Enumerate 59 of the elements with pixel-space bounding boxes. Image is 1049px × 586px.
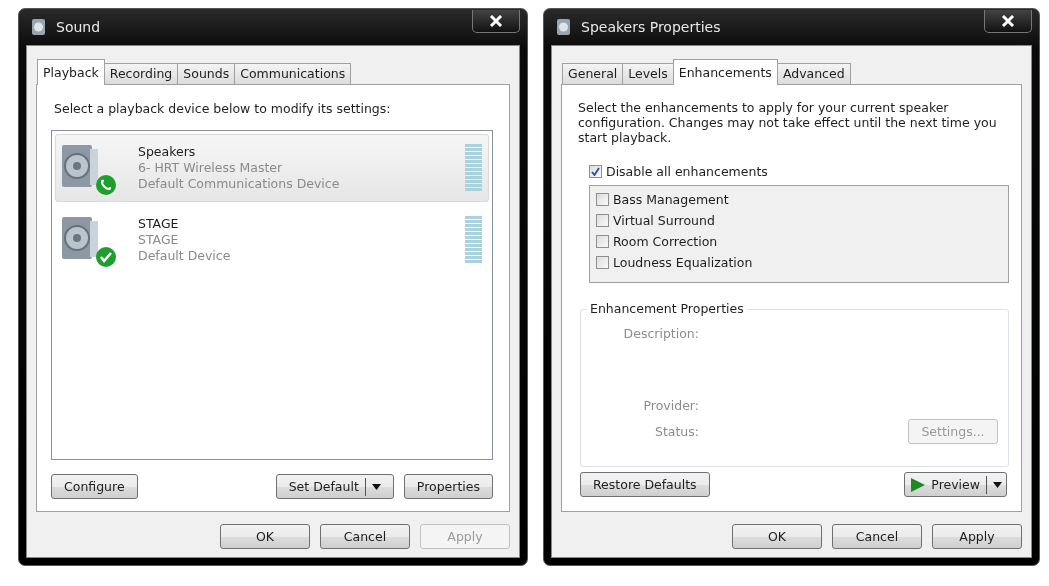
play-icon — [911, 477, 926, 492]
dialog-button[interactable]: OK — [220, 524, 310, 549]
instruction-text: Select a playback device below to modify its settings: — [54, 101, 392, 116]
checkbox[interactable] — [589, 165, 602, 178]
tab[interactable]: Recording — [103, 63, 179, 84]
checkbox-label: Bass Management — [613, 192, 729, 207]
checkbox-label: Virtual Surround — [613, 213, 715, 228]
tab[interactable]: Communications — [234, 63, 352, 84]
check-badge-icon — [96, 247, 116, 267]
window-title: Sound — [56, 19, 101, 35]
device-description: STAGE — [138, 232, 180, 248]
button[interactable]: Configure — [51, 474, 138, 499]
tab[interactable]: Sounds — [177, 63, 236, 84]
tab[interactable]: General — [562, 63, 624, 84]
close-button[interactable] — [472, 9, 520, 33]
field-label: Provider: — [642, 398, 699, 413]
volume-meter-icon — [465, 215, 482, 265]
caret-icon — [993, 481, 1002, 488]
close-button[interactable] — [984, 9, 1032, 33]
button[interactable]: Properties — [403, 474, 493, 499]
speaker-icon — [555, 18, 573, 36]
preview-button[interactable]: Preview — [904, 472, 1007, 497]
split-button[interactable]: Set Default — [275, 474, 394, 499]
dialog-button[interactable]: Cancel — [832, 524, 922, 549]
dialog-button[interactable]: OK — [732, 524, 822, 549]
speaker-icon — [30, 18, 48, 36]
dialog-button[interactable]: Apply — [932, 524, 1022, 549]
speaker-icon — [60, 215, 100, 261]
group-title: Enhancement Properties — [587, 301, 747, 316]
checkbox[interactable] — [596, 193, 609, 206]
device-description: 6- HRT Wireless Master — [138, 160, 284, 176]
device-name: Speakers — [138, 144, 197, 160]
checkbox[interactable] — [596, 214, 609, 227]
speaker-icon — [60, 143, 100, 189]
checkbox-label: Room Correction — [613, 234, 718, 249]
close-icon — [1001, 14, 1015, 27]
device-status: Default Device — [138, 248, 232, 264]
dialog-button[interactable]: Cancel — [320, 524, 410, 549]
device-item[interactable]: Speakers 6- HRT Wireless Master Default Communications Device — [55, 134, 489, 202]
checkbox-label: Disable all enhancements — [606, 164, 768, 179]
restore-defaults-button[interactable]: Restore Defaults — [580, 472, 710, 497]
checkbox[interactable] — [596, 256, 609, 269]
device-item[interactable]: STAGE STAGE Default Device — [55, 206, 489, 274]
field-label: Description: — [622, 326, 699, 341]
device-name: STAGE — [138, 216, 180, 232]
field-label: Status: — [653, 424, 699, 439]
tab[interactable]: Levels — [622, 63, 674, 84]
window-title: Speakers Properties — [581, 19, 721, 35]
device-status: Default Communications Device — [138, 176, 341, 192]
caret-icon — [371, 483, 381, 490]
tab[interactable]: Enhancements — [672, 59, 778, 85]
volume-meter-icon — [465, 143, 482, 193]
instruction-text: Select the enhancements to apply for your current speaker configuration. Changes may not take effect until the next time you start playback. — [578, 100, 998, 145]
checkbox[interactable] — [596, 235, 609, 248]
tab[interactable]: Advanced — [776, 63, 851, 84]
tab[interactable]: Playback — [37, 59, 105, 85]
checkbox-label: Loudness Equalization — [613, 255, 753, 270]
close-icon — [489, 14, 503, 27]
phone-badge-icon — [96, 175, 116, 195]
